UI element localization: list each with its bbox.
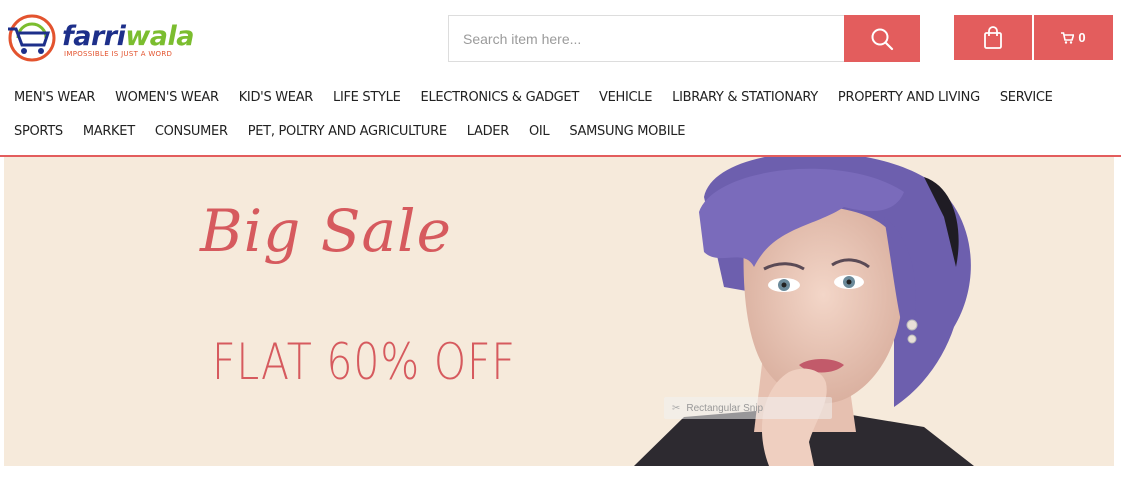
banner-model-image <box>634 157 974 466</box>
nav-item-consumer[interactable]: CONSUMER <box>155 124 228 139</box>
cart-count: 0 <box>1078 30 1086 45</box>
shopping-bag-button[interactable] <box>954 15 1032 60</box>
search-bar <box>448 15 920 62</box>
nav-item-kids-wear[interactable]: KID'S WEAR <box>239 90 314 105</box>
brand-name-part2: wala <box>125 21 194 52</box>
nav-item-life-style[interactable]: LIFE STYLE <box>333 90 401 105</box>
search-button[interactable] <box>844 15 920 62</box>
nav-item-property-and-living[interactable]: PROPERTY AND LIVING <box>838 90 980 105</box>
snip-icon: ✂ <box>672 402 681 414</box>
cart-button[interactable]: 0 <box>1034 15 1113 60</box>
brand-name: farriwala <box>62 23 194 51</box>
nav-item-mens-wear[interactable]: MEN'S WEAR <box>14 90 95 105</box>
shopping-bag-icon <box>984 25 1002 49</box>
brand-logo[interactable]: farriwala IMPOSSIBLE IS JUST A WORD <box>4 14 214 62</box>
nav-item-lader[interactable]: LADER <box>467 124 510 139</box>
brand-tagline: IMPOSSIBLE IS JUST A WORD <box>64 50 173 58</box>
nav-item-womens-wear[interactable]: WOMEN'S WEAR <box>115 90 219 105</box>
category-nav-row-1: MEN'S WEAR WOMEN'S WEAR KID'S WEAR LIFE … <box>14 90 1053 105</box>
cart-logo-icon <box>8 14 56 62</box>
category-nav-row-2: SPORTS MARKET CONSUMER PET, POLTRY AND A… <box>14 124 685 139</box>
brand-name-part1: farri <box>62 21 126 52</box>
nav-item-service[interactable]: SERVICE <box>1000 90 1053 105</box>
nav-item-sports[interactable]: SPORTS <box>14 124 63 139</box>
search-input[interactable] <box>448 15 844 62</box>
nav-item-vehicle[interactable]: VEHICLE <box>599 90 652 105</box>
nav-item-samsung-mobile[interactable]: SAMSUNG MOBILE <box>569 124 685 139</box>
hero-banner[interactable]: Big Sale FLAT 60% OFF ✂ Rectangular Snip <box>4 157 1114 466</box>
banner-headline: Big Sale <box>200 197 452 265</box>
snip-overlay-label: ✂ Rectangular Snip <box>664 397 832 419</box>
banner-offer: FLAT 60% OFF <box>212 333 516 391</box>
nav-item-electronics-gadget[interactable]: ELECTRONICS & GADGET <box>421 90 580 105</box>
cart-icon <box>1061 31 1075 44</box>
snip-overlay-text: Rectangular Snip <box>686 402 764 414</box>
nav-item-oil[interactable]: OIL <box>529 124 550 139</box>
nav-item-pet-poltry-agriculture[interactable]: PET, POLTRY AND AGRICULTURE <box>248 124 447 139</box>
nav-item-market[interactable]: MARKET <box>83 124 135 139</box>
search-icon <box>871 28 894 50</box>
nav-item-library-stationary[interactable]: LIBRARY & STATIONARY <box>672 90 818 105</box>
